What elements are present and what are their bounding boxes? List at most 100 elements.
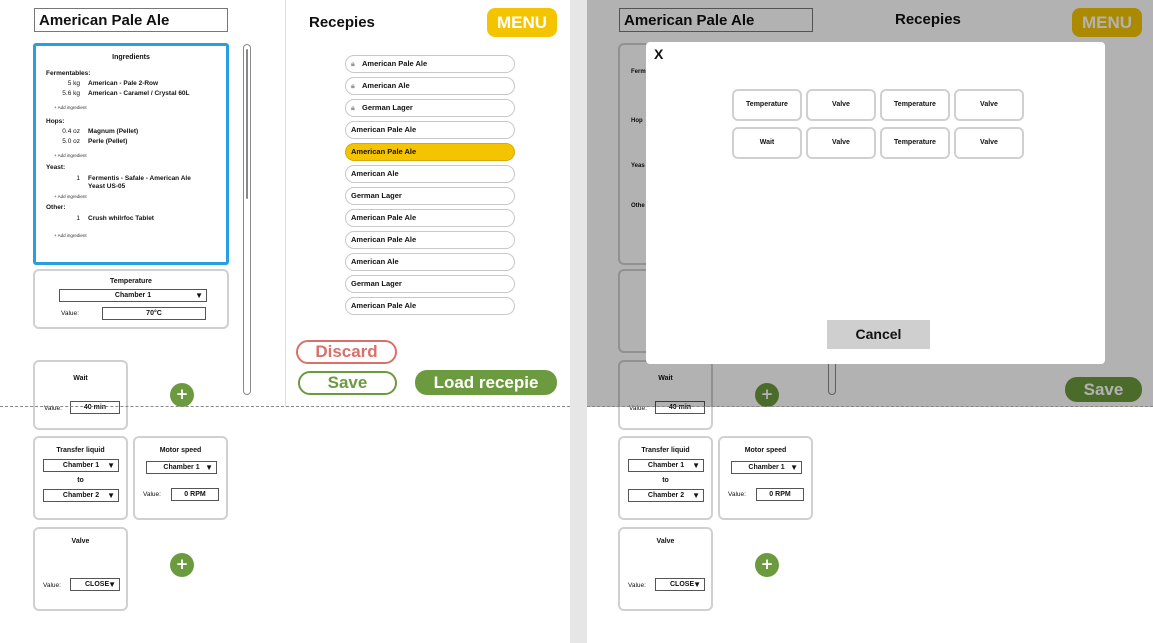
add-step-modal: X Temperature Valve Temperature Valve Wa… [646, 42, 1105, 364]
recipe-item-label: German Lager [351, 279, 402, 288]
recipe-item-label: American Ale [362, 81, 410, 90]
recipe-item[interactable]: American Pale Ale [345, 231, 515, 249]
add-step-button[interactable]: + [170, 553, 194, 577]
valve-state-select[interactable]: CLOSE ▼ [655, 578, 705, 591]
fold-line [587, 406, 1153, 407]
valve-step-card[interactable]: Valve Value: CLOSE ▼ [618, 527, 713, 611]
valve-title: Valve [71, 538, 90, 545]
option-temperature[interactable]: Temperature [880, 127, 950, 159]
add-step-button[interactable]: + [755, 553, 779, 577]
option-valve[interactable]: Valve [954, 127, 1024, 159]
to-chamber-select[interactable]: Chamber 2 ▼ [628, 489, 704, 502]
valve-state-select[interactable]: CLOSE ▼ [70, 578, 120, 591]
fold-line [0, 406, 570, 407]
wait-value-input[interactable]: 40 min [70, 401, 120, 414]
cancel-button[interactable]: Cancel [827, 320, 930, 349]
other-label: Other: [46, 204, 66, 211]
transfer-liquid-step-card[interactable]: Transfer liquid Chamber 1 ▼ to Chamber 2 ▼ [618, 436, 713, 520]
valve-title: Valve [656, 538, 675, 545]
column-divider [285, 0, 286, 407]
add-ingredient-link[interactable]: + Add ingredient [54, 105, 87, 110]
motor-chamber-value: Chamber 1 [748, 464, 785, 471]
motor-chamber-select[interactable]: Chamber 1 ▼ [146, 461, 217, 474]
ingredient-name: Perle (Pellet) [88, 138, 128, 145]
dropdown-arrow-icon: ▼ [790, 463, 798, 472]
option-valve[interactable]: Valve [806, 89, 876, 121]
to-label: to [662, 477, 669, 484]
option-temperature[interactable]: Temperature [880, 89, 950, 121]
add-ingredient-link[interactable]: + Add ingredient [54, 153, 87, 158]
transfer-liquid-step-card[interactable]: Transfer liquid Chamber 1 ▼ to Chamber 2 ▼ [33, 436, 128, 520]
dropdown-arrow-icon: ▼ [107, 461, 115, 470]
motor-speed-title: Motor speed [744, 447, 787, 454]
ingredients-card[interactable]: Ingredients Fermentables: 5 kg American … [33, 43, 229, 265]
chamber-select-value: Chamber 1 [114, 292, 152, 299]
option-wait[interactable]: Wait [732, 127, 802, 159]
option-valve[interactable]: Valve [954, 89, 1024, 121]
transfer-title: Transfer liquid [56, 447, 105, 454]
recipe-item[interactable]: American Pale Ale [345, 209, 515, 227]
close-icon[interactable]: X [654, 46, 663, 62]
ingredient-name: American - Caramel / Crystal 60L [88, 90, 190, 97]
to-chamber-select[interactable]: Chamber 2 ▼ [43, 489, 119, 502]
temperature-value-input[interactable]: 70°C [102, 307, 206, 320]
ingredient-name: Magnum (Pellet) [88, 128, 139, 135]
option-temperature[interactable]: Temperature [732, 89, 802, 121]
recipe-item-label: German Lager [362, 103, 413, 112]
ingredient-qty: 1 [76, 215, 80, 222]
recipe-item-label: American Ale [351, 169, 399, 178]
valve-step-card[interactable]: Valve Value: CLOSE ▼ [33, 527, 128, 611]
discard-button[interactable]: Discard [296, 340, 397, 364]
from-chamber-value: Chamber 1 [62, 462, 100, 469]
motor-speed-value-input[interactable]: 0 RPM [171, 488, 219, 501]
recipe-item[interactable]: 🔒︎ American Pale Ale [345, 55, 515, 73]
recipe-item[interactable]: American Ale [345, 165, 515, 183]
motor-speed-step-card[interactable]: Motor speed Chamber 1 ▼ Value: 0 RPM [718, 436, 813, 520]
recipe-item[interactable]: American Ale [345, 253, 515, 271]
motor-speed-value-input[interactable]: 0 RPM [756, 488, 804, 501]
recipe-item-label: American Pale Ale [351, 213, 417, 222]
wait-step-card[interactable]: Wait Value: 40 min [33, 360, 128, 430]
value-label: Value: [143, 491, 161, 498]
load-recipe-button[interactable]: Load recepie [415, 370, 557, 395]
add-ingredient-link[interactable]: + Add ingredient [54, 233, 87, 238]
recipe-item[interactable]: German Lager [345, 275, 515, 293]
add-ingredient-link[interactable]: + Add ingredient [54, 194, 87, 199]
dropdown-arrow-icon: ▼ [107, 491, 115, 500]
add-step-button[interactable]: + [170, 383, 194, 407]
recipe-name-input[interactable]: American Pale Ale [34, 8, 228, 32]
recipe-item[interactable]: 🔒︎ German Lager [345, 99, 515, 117]
lock-icon: 🔒︎ [351, 61, 355, 68]
yeast-label: Yeast: [46, 164, 66, 171]
recipe-item-label: American Pale Ale [351, 301, 417, 310]
motor-speed-title: Motor speed [159, 447, 202, 454]
lock-icon: 🔒︎ [351, 105, 355, 112]
motor-chamber-select[interactable]: Chamber 1 ▼ [731, 461, 802, 474]
menu-button[interactable]: MENU [487, 8, 557, 37]
scrollbar-thumb[interactable] [246, 49, 248, 199]
dropdown-arrow-icon: ▼ [692, 491, 700, 500]
value-label: Value: [61, 310, 79, 317]
ingredients-title: Ingredients [112, 54, 150, 61]
right-screen: American Pale Ale Recepies MENU Ferm Hop… [587, 0, 1153, 643]
motor-speed-step-card[interactable]: Motor speed Chamber 1 ▼ Value: 0 RPM [133, 436, 228, 520]
temperature-step-card[interactable]: Temperature Chamber 1 ▼ Value: 70°C [33, 269, 229, 329]
ingredient-qty: 0.4 oz [62, 128, 80, 135]
chamber-select[interactable]: Chamber 1 ▼ [59, 289, 207, 302]
ingredient-qty: 5.6 kg [62, 90, 80, 97]
from-chamber-select[interactable]: Chamber 1 ▼ [43, 459, 119, 472]
from-chamber-select[interactable]: Chamber 1 ▼ [628, 459, 704, 472]
save-button[interactable]: Save [298, 371, 397, 395]
steps-scrollbar[interactable] [243, 44, 251, 395]
recipe-item-selected[interactable]: American Pale Ale [345, 143, 515, 161]
lock-icon: 🔒︎ [351, 83, 355, 90]
recipe-item-label: American Pale Ale [351, 125, 417, 134]
recipe-item[interactable]: 🔒︎ American Ale [345, 77, 515, 95]
recipes-title: Recepies [309, 14, 375, 31]
recipe-item[interactable]: American Pale Ale [345, 297, 515, 315]
option-valve[interactable]: Valve [806, 127, 876, 159]
recipe-item[interactable]: American Pale Ale [345, 121, 515, 139]
ingredient-qty: 1 [76, 175, 80, 182]
valve-state-value: CLOSE [85, 581, 110, 588]
recipe-item[interactable]: German Lager [345, 187, 515, 205]
